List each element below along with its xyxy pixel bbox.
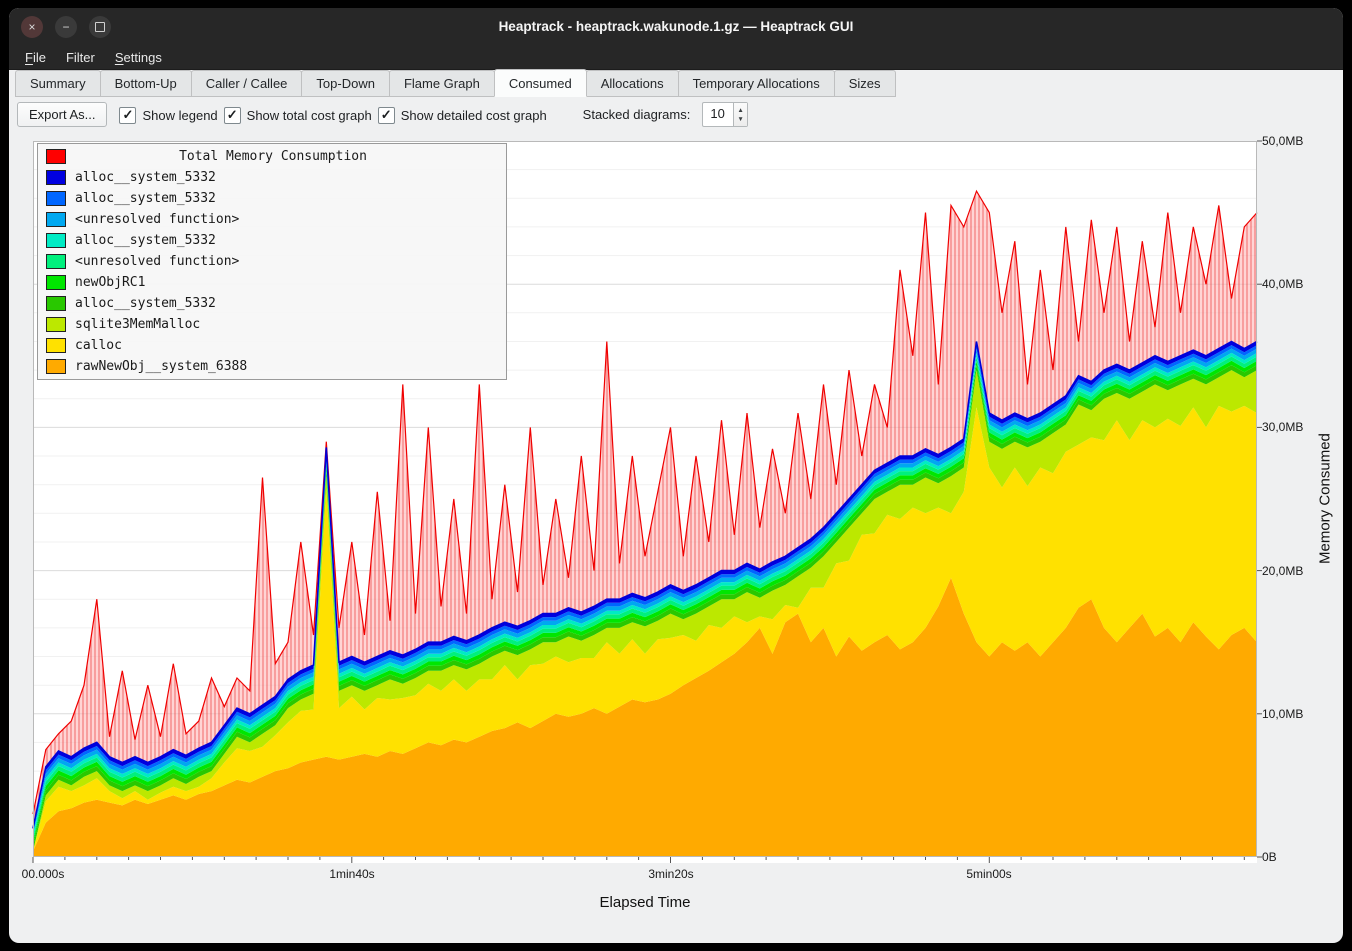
export-as-button[interactable]: Export As... bbox=[17, 102, 107, 127]
legend-item: calloc bbox=[38, 335, 506, 356]
checkbox-group: ✓ Show legend ✓ Show total cost graph ✓ Show … bbox=[119, 106, 552, 124]
menu-filter[interactable]: Filter bbox=[56, 47, 105, 68]
stacked-diagrams-label: Stacked diagrams: bbox=[583, 107, 691, 122]
tab-allocations[interactable]: Allocations bbox=[586, 70, 679, 97]
legend-item: <unresolved function> bbox=[38, 209, 506, 230]
legend-item: sqlite3MemMalloc bbox=[38, 314, 506, 335]
maximize-button[interactable] bbox=[89, 16, 111, 38]
minimize-button[interactable]: − bbox=[55, 16, 77, 38]
legend-swatch bbox=[46, 170, 66, 185]
legend-swatch bbox=[46, 191, 66, 206]
legend-item: newObjRC1 bbox=[38, 272, 506, 293]
tab-top-down[interactable]: Top-Down bbox=[301, 70, 390, 97]
legend-swatch bbox=[46, 317, 66, 332]
tab-temporary-allocations[interactable]: Temporary Allocations bbox=[678, 70, 835, 97]
legend-swatch bbox=[46, 149, 66, 164]
x-axis-label: 1min40s bbox=[329, 867, 374, 881]
window-title: Heaptrack - heaptrack.wakunode.1.gz — He… bbox=[9, 8, 1343, 46]
legend-item-label: alloc__system_5332 bbox=[75, 191, 216, 206]
show-total-cost-graph-checkbox-box: ✓ bbox=[224, 107, 241, 124]
x-axis-label: 5min00s bbox=[966, 867, 1011, 881]
show-detailed-cost-graph-checkbox-box: ✓ bbox=[378, 107, 395, 124]
x-axis-title: Elapsed Time bbox=[33, 894, 1257, 911]
spinner-arrows: ▲ ▼ bbox=[733, 103, 746, 126]
show-legend-checkbox-box: ✓ bbox=[119, 107, 136, 124]
menu-settings[interactable]: Settings bbox=[105, 47, 172, 68]
legend-item-label: alloc__system_5332 bbox=[75, 170, 216, 185]
legend-item: alloc__system_5332 bbox=[38, 188, 506, 209]
legend-swatch bbox=[46, 212, 66, 227]
legend-swatch bbox=[46, 254, 66, 269]
maximize-icon bbox=[95, 22, 105, 32]
stacked-diagrams-spinbox[interactable]: 10 ▲ ▼ bbox=[702, 102, 747, 127]
legend-item-label: alloc__system_5332 bbox=[75, 296, 216, 311]
stacked-diagrams-value: 10 bbox=[703, 103, 733, 126]
legend-item-label: sqlite3MemMalloc bbox=[75, 317, 200, 332]
toolbar: Export As... ✓ Show legend ✓ Show total cos… bbox=[17, 101, 748, 128]
menu-file[interactable]: File bbox=[15, 47, 56, 68]
legend-item: rawNewObj__system_6388 bbox=[38, 356, 506, 377]
show-total-cost-graph-label: Show total cost graph bbox=[247, 108, 372, 123]
x-axis-label: 3min20s bbox=[648, 867, 693, 881]
legend-title-row: Total Memory Consumption bbox=[38, 146, 506, 167]
tab-summary[interactable]: Summary bbox=[15, 70, 101, 97]
titlebar: Heaptrack - heaptrack.wakunode.1.gz — He… bbox=[9, 8, 1343, 46]
legend-item: alloc__system_5332 bbox=[38, 293, 506, 314]
legend-swatch bbox=[46, 296, 66, 311]
legend-swatch bbox=[46, 359, 66, 374]
menubar: FileFilterSettings bbox=[9, 46, 1343, 70]
legend-item: <unresolved function> bbox=[38, 251, 506, 272]
show-detailed-cost-graph-label: Show detailed cost graph bbox=[401, 108, 547, 123]
tab-flame-graph[interactable]: Flame Graph bbox=[389, 70, 495, 97]
legend-item: alloc__system_5332 bbox=[38, 230, 506, 251]
tab-bar: SummaryBottom-UpCaller / CalleeTop-DownF… bbox=[15, 70, 895, 97]
tab-sizes[interactable]: Sizes bbox=[834, 70, 896, 97]
legend-item-label: alloc__system_5332 bbox=[75, 233, 216, 248]
legend-item-label: newObjRC1 bbox=[75, 275, 145, 290]
tab-bottom-up[interactable]: Bottom-Up bbox=[100, 70, 192, 97]
legend-title: Total Memory Consumption bbox=[75, 149, 498, 164]
close-icon: × bbox=[28, 20, 35, 34]
chart-legend: Total Memory Consumption alloc__system_53… bbox=[37, 143, 507, 380]
window-controls: × − bbox=[21, 16, 111, 38]
legend-item-label: rawNewObj__system_6388 bbox=[75, 359, 247, 374]
legend-swatch bbox=[46, 275, 66, 290]
legend-item-label: calloc bbox=[75, 338, 122, 353]
app-window: Heaptrack - heaptrack.wakunode.1.gz — He… bbox=[9, 8, 1343, 943]
spin-down-button[interactable]: ▼ bbox=[737, 115, 743, 124]
legend-item-label: <unresolved function> bbox=[75, 212, 239, 227]
legend-swatch bbox=[46, 233, 66, 248]
close-button[interactable]: × bbox=[21, 16, 43, 38]
y-axis-title: Memory Consumed bbox=[1312, 141, 1338, 857]
legend-item: alloc__system_5332 bbox=[38, 167, 506, 188]
checkbox-show-detailed-cost-graph[interactable]: ✓ Show detailed cost graph bbox=[378, 107, 547, 124]
checkbox-show-total-cost-graph[interactable]: ✓ Show total cost graph bbox=[224, 107, 372, 124]
spin-up-button[interactable]: ▲ bbox=[737, 106, 743, 115]
show-legend-label: Show legend bbox=[142, 108, 217, 123]
minimize-icon: − bbox=[62, 20, 69, 34]
x-axis-label: 00.000s bbox=[22, 867, 65, 881]
checkbox-show-legend[interactable]: ✓ Show legend bbox=[119, 107, 217, 124]
legend-item-label: <unresolved function> bbox=[75, 254, 239, 269]
legend-swatch bbox=[46, 338, 66, 353]
tab-caller-callee[interactable]: Caller / Callee bbox=[191, 70, 303, 97]
tab-consumed[interactable]: Consumed bbox=[494, 69, 587, 97]
